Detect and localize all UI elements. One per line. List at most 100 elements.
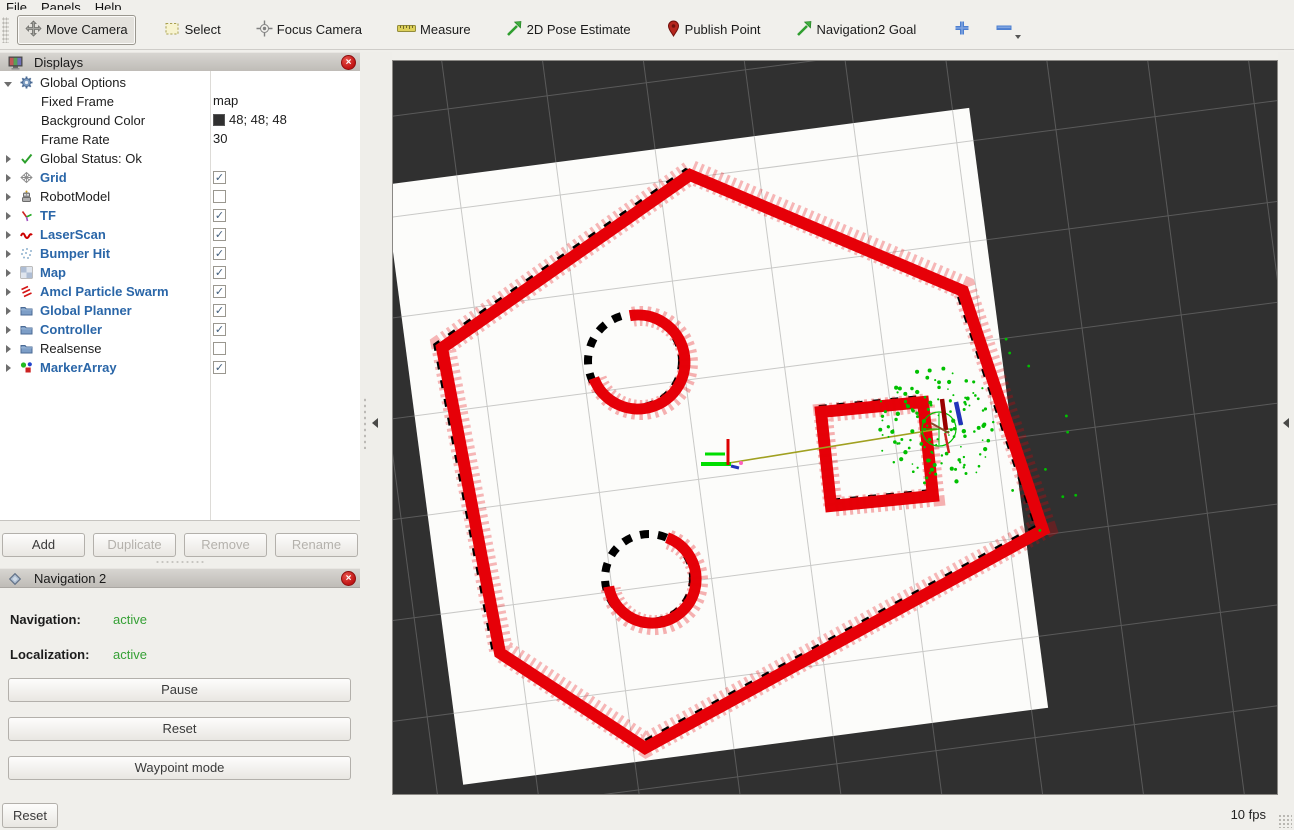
3d-viewport[interactable] — [392, 60, 1278, 795]
expander-icon[interactable] — [0, 208, 16, 223]
navigation-status-label: Navigation: — [10, 612, 81, 627]
visibility-checkbox[interactable]: ✓ — [213, 209, 226, 222]
collapse-right-icon[interactable] — [1283, 418, 1289, 428]
collapse-left-icon[interactable] — [372, 418, 378, 428]
expander-icon[interactable] — [0, 303, 16, 318]
expander-icon[interactable] — [0, 75, 16, 90]
expander-icon[interactable] — [0, 360, 16, 375]
tool-publish-point[interactable]: Publish Point — [659, 16, 768, 44]
right-splitter[interactable] — [1278, 52, 1294, 800]
close-icon[interactable]: × — [341, 55, 356, 70]
tool-measure[interactable]: Measure — [390, 17, 478, 43]
expander-icon[interactable] — [0, 227, 16, 242]
tree-row-grid[interactable]: Grid✓ — [0, 168, 360, 187]
visibility-checkbox[interactable] — [213, 190, 226, 203]
measure-icon — [397, 21, 416, 39]
visibility-checkbox[interactable]: ✓ — [213, 323, 226, 336]
tree-row-global-planner[interactable]: Global Planner✓ — [0, 301, 360, 320]
visibility-checkbox[interactable]: ✓ — [213, 304, 226, 317]
add-display-button[interactable]: Add — [2, 533, 85, 557]
splitter-dots — [363, 397, 367, 449]
robot-icon — [20, 190, 35, 203]
tree-row-fixed-frame[interactable]: Fixed Framemap — [0, 92, 360, 111]
laserscan-icon — [20, 228, 35, 241]
status-bar: Reset 10 fps — [0, 800, 1294, 830]
property-value[interactable]: map — [213, 93, 238, 108]
expander-icon[interactable] — [0, 189, 16, 204]
expander-icon[interactable] — [0, 341, 16, 356]
visibility-checkbox[interactable]: ✓ — [213, 228, 226, 241]
tree-row-map[interactable]: Map✓ — [0, 263, 360, 282]
publish-point-icon — [666, 20, 681, 40]
nav-goal-icon — [796, 20, 813, 40]
menu-file[interactable]: File — [6, 0, 27, 10]
displays-panel-header[interactable]: Displays × — [0, 52, 360, 72]
property-value[interactable]: 48; 48; 48 — [213, 112, 287, 127]
tool-2d-pose-estimate[interactable]: 2D Pose Estimate — [499, 16, 638, 44]
expander-icon[interactable] — [0, 284, 16, 299]
localization-status-label: Localization: — [10, 647, 89, 662]
tool-navigation2-goal[interactable]: Navigation2 Goal — [789, 16, 924, 44]
toolbar-drag-handle[interactable] — [2, 17, 9, 43]
visibility-checkbox[interactable]: ✓ — [213, 285, 226, 298]
expander-icon[interactable] — [0, 170, 16, 185]
tool-focus-camera[interactable]: Focus Camera — [249, 16, 369, 44]
tool-move-camera[interactable]: Move Camera — [17, 15, 136, 45]
remove-display-button[interactable]: Remove — [184, 533, 267, 557]
check-icon — [20, 152, 35, 165]
visibility-checkbox[interactable]: ✓ — [213, 266, 226, 279]
displays-tree: Global OptionsFixed FramemapBackground C… — [0, 71, 360, 521]
fps-counter: 10 fps — [1231, 807, 1266, 822]
grid-icon — [20, 171, 35, 184]
tree-row-controller[interactable]: Controller✓ — [0, 320, 360, 339]
navigation-status-value: active — [113, 612, 147, 627]
tree-row-frame-rate[interactable]: Frame Rate30 — [0, 130, 360, 149]
nav2-panel-header[interactable]: Navigation 2 × — [0, 568, 360, 588]
tree-row-amcl-particle-swarm[interactable]: Amcl Particle Swarm✓ — [0, 282, 360, 301]
menu-help[interactable]: Help — [95, 0, 122, 10]
left-splitter[interactable] — [360, 52, 392, 800]
add-tool-button[interactable] — [953, 19, 971, 40]
folder-icon — [20, 342, 35, 355]
menu-panels[interactable]: Panels — [41, 0, 81, 10]
visibility-checkbox[interactable]: ✓ — [213, 361, 226, 374]
expander-icon[interactable] — [0, 265, 16, 280]
reset-button[interactable]: Reset — [8, 717, 351, 741]
close-icon[interactable]: × — [341, 571, 356, 586]
chevron-down-icon[interactable] — [1015, 35, 1021, 39]
waypoint-mode-button[interactable]: Waypoint mode — [8, 756, 351, 780]
tree-row-global-status-ok[interactable]: Global Status: Ok — [0, 149, 360, 168]
tree-row-realsense[interactable]: Realsense — [0, 339, 360, 358]
resize-grip[interactable] — [1278, 814, 1292, 828]
toolbar-tools: Move Camera Select Focus Camera Measure 2D P… — [9, 15, 923, 45]
rename-display-button[interactable]: Rename — [275, 533, 358, 557]
monitor-icon — [8, 56, 23, 69]
visibility-checkbox[interactable]: ✓ — [213, 171, 226, 184]
tree-row-bumper-hit[interactable]: Bumper Hit✓ — [0, 244, 360, 263]
map-icon — [20, 266, 35, 279]
expander-icon[interactable] — [0, 246, 16, 261]
localization-status-value: active — [113, 647, 147, 662]
gear-icon — [20, 76, 35, 89]
menubar: File Panels Help — [0, 0, 1294, 10]
tree-row-tf[interactable]: TF✓ — [0, 206, 360, 225]
visibility-checkbox[interactable] — [213, 342, 226, 355]
expander-icon[interactable] — [0, 322, 16, 337]
markerarray-icon — [20, 361, 35, 374]
pause-button[interactable]: Pause — [8, 678, 351, 702]
tree-row-global-options[interactable]: Global Options — [0, 73, 360, 92]
tree-row-robotmodel[interactable]: RobotModel — [0, 187, 360, 206]
property-value[interactable]: 30 — [213, 131, 227, 146]
tree-row-background-color[interactable]: Background Color48; 48; 48 — [0, 111, 360, 130]
panel-splitter-handle[interactable] — [155, 560, 205, 564]
bumper-icon — [20, 247, 35, 260]
reset-view-button[interactable]: Reset — [2, 803, 58, 828]
tree-row-laserscan[interactable]: LaserScan✓ — [0, 225, 360, 244]
expander-icon[interactable] — [0, 151, 16, 166]
visibility-checkbox[interactable]: ✓ — [213, 247, 226, 260]
tree-row-markerarray[interactable]: MarkerArray✓ — [0, 358, 360, 377]
remove-tool-button[interactable] — [995, 21, 1021, 39]
minus-icon — [995, 21, 1013, 36]
duplicate-display-button[interactable]: Duplicate — [93, 533, 176, 557]
tool-select[interactable]: Select — [157, 16, 228, 44]
